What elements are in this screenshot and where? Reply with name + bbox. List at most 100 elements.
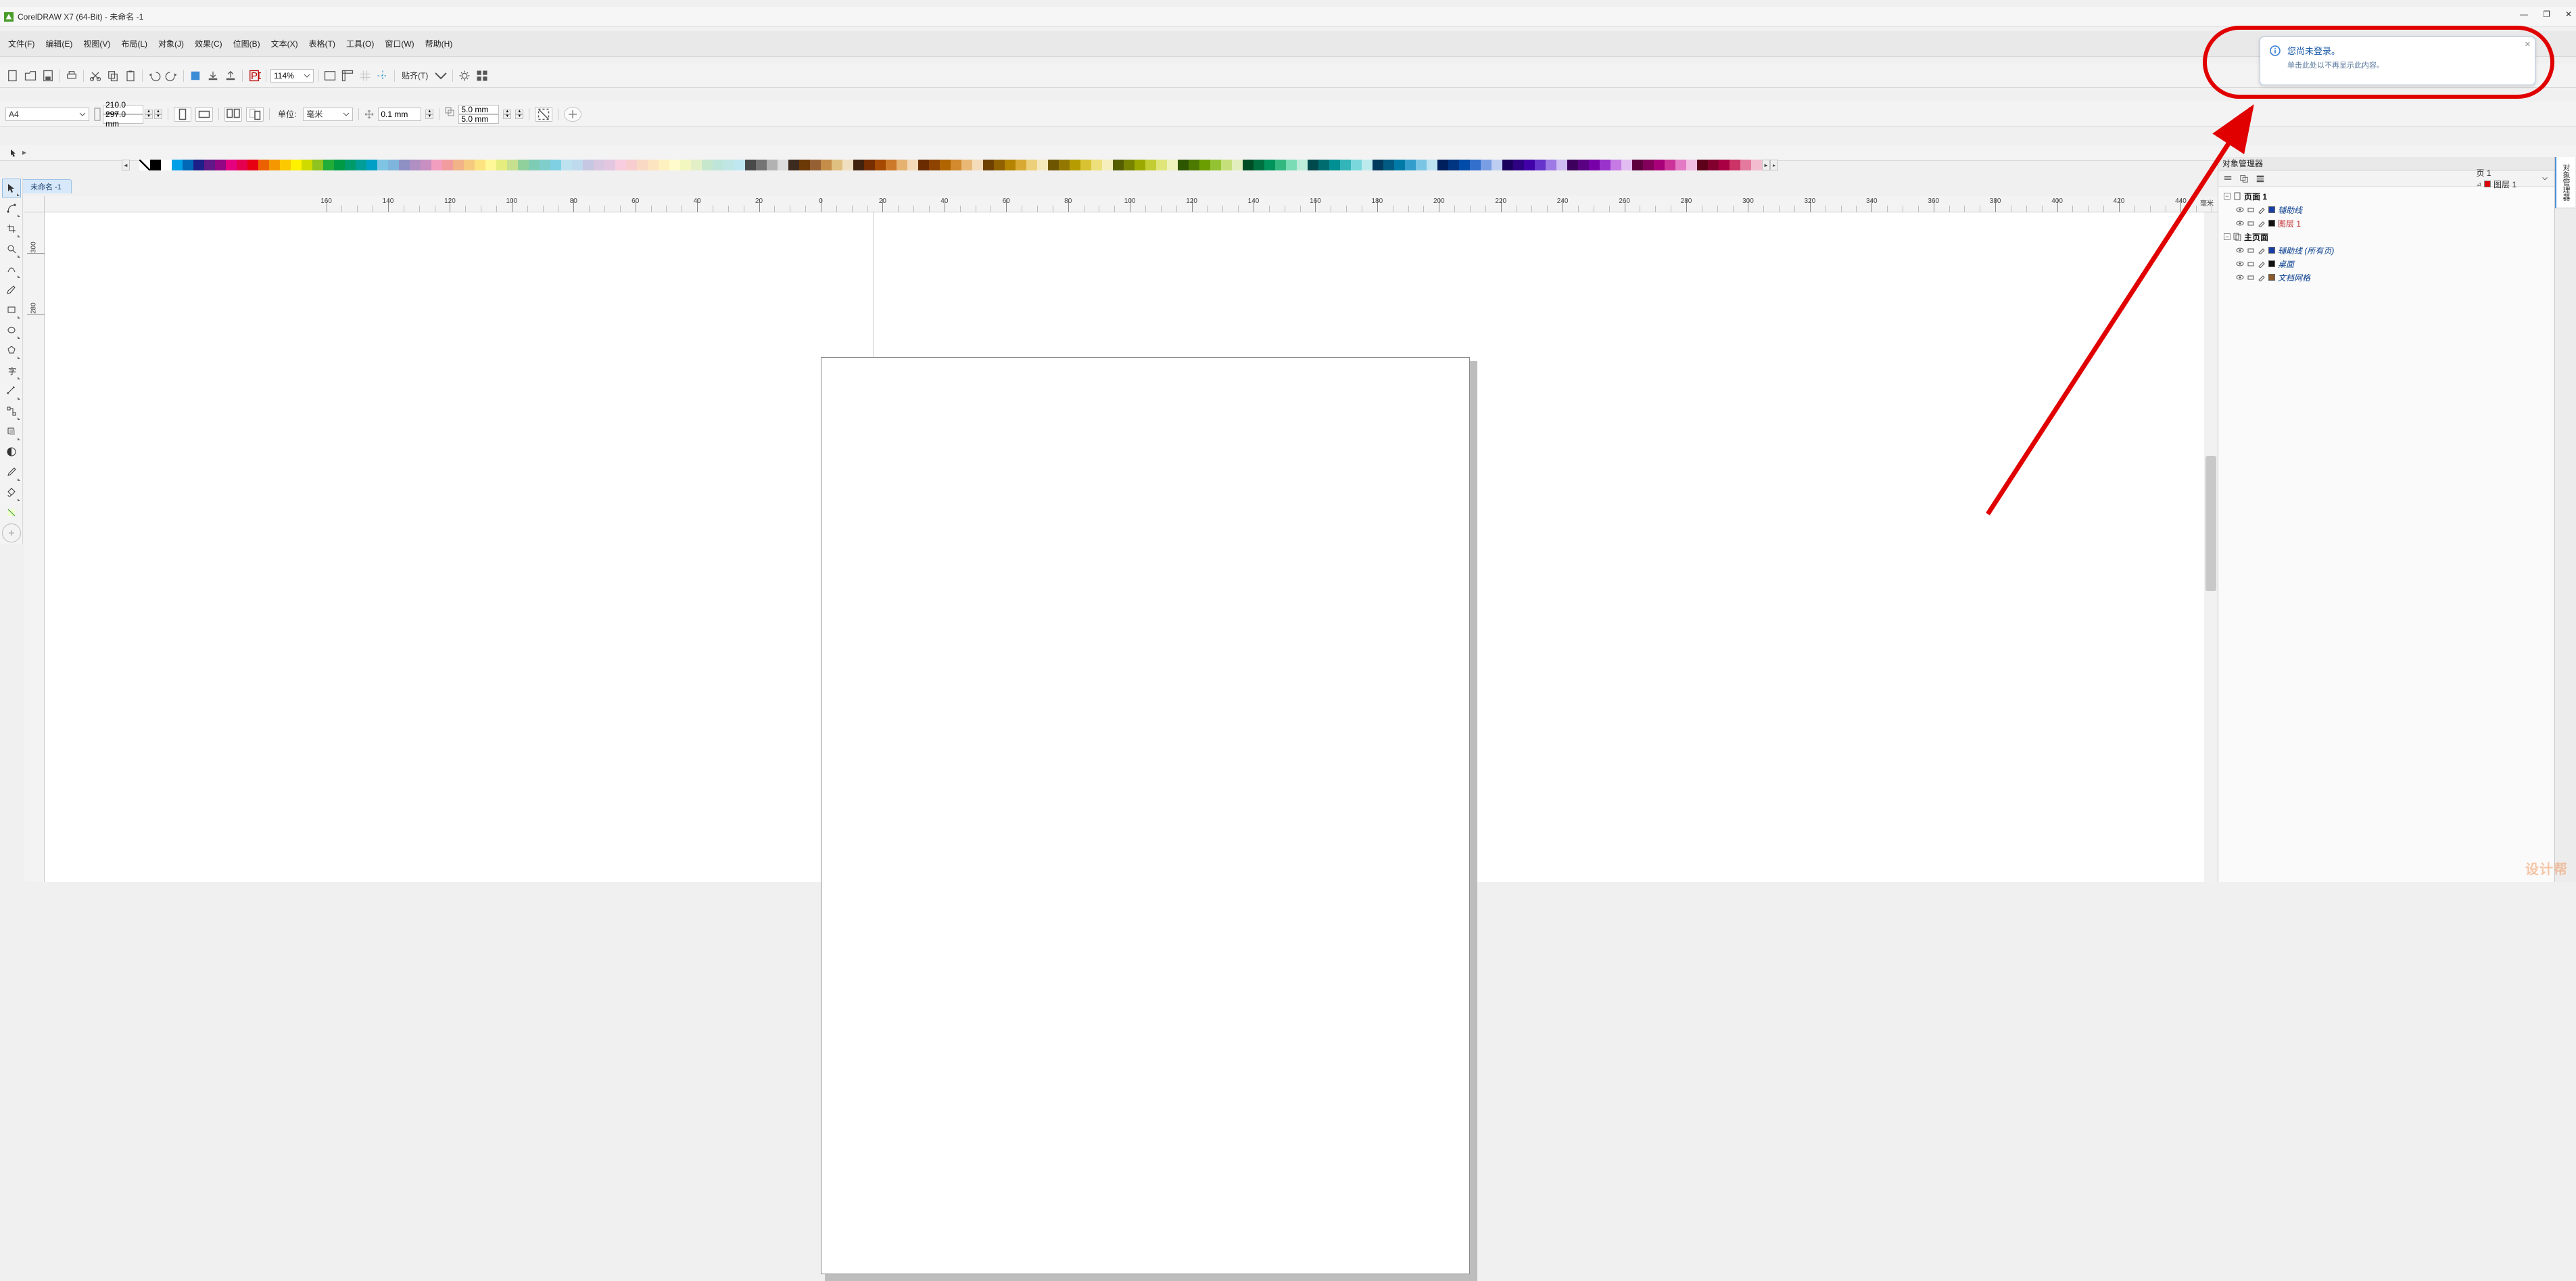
page-dims-spinner2[interactable]: ▲▼ xyxy=(154,110,162,119)
color-swatch[interactable] xyxy=(615,160,626,170)
docker-tab-object-manager[interactable]: 对象管理器 xyxy=(2555,157,2575,208)
color-swatch[interactable] xyxy=(161,160,172,170)
color-swatch[interactable] xyxy=(583,160,594,170)
color-swatch[interactable] xyxy=(1026,160,1037,170)
snap-to-dropdown[interactable] xyxy=(433,68,448,83)
color-swatch[interactable] xyxy=(875,160,886,170)
color-swatch[interactable] xyxy=(637,160,648,170)
layer-color-chip[interactable] xyxy=(2268,274,2275,281)
color-swatch[interactable] xyxy=(1546,160,1556,170)
printable-icon[interactable] xyxy=(2247,246,2255,254)
menu-help[interactable]: 帮助(H) xyxy=(420,31,458,56)
color-swatch[interactable] xyxy=(1351,160,1362,170)
color-swatch[interactable] xyxy=(1091,160,1102,170)
new-button[interactable] xyxy=(5,68,20,83)
ruler-origin-corner[interactable] xyxy=(24,196,45,212)
color-swatch[interactable] xyxy=(1621,160,1632,170)
color-swatch[interactable] xyxy=(1556,160,1567,170)
palette-scroll-right[interactable]: ► xyxy=(1762,160,1770,170)
close-button[interactable]: ✕ xyxy=(2565,9,2572,19)
menu-text[interactable]: 文本(X) xyxy=(266,31,304,56)
color-swatch[interactable] xyxy=(680,160,691,170)
vertical-scrollbar[interactable] xyxy=(2204,212,2218,882)
color-swatch[interactable] xyxy=(1405,160,1416,170)
color-swatch[interactable] xyxy=(1643,160,1654,170)
visibility-icon[interactable] xyxy=(2236,219,2244,227)
color-swatch[interactable] xyxy=(1243,160,1254,170)
color-swatch[interactable] xyxy=(1037,160,1048,170)
color-swatch[interactable] xyxy=(1427,160,1437,170)
vertical-ruler[interactable]: 300280 xyxy=(24,212,45,882)
color-swatch[interactable] xyxy=(1697,160,1708,170)
color-swatch[interactable] xyxy=(1264,160,1275,170)
color-swatch[interactable] xyxy=(1481,160,1492,170)
editable-icon[interactable] xyxy=(2258,260,2266,268)
color-swatch[interactable] xyxy=(280,160,291,170)
maximize-button[interactable]: ❐ xyxy=(2543,9,2550,19)
editable-icon[interactable] xyxy=(2258,219,2266,227)
color-swatch[interactable] xyxy=(1145,160,1156,170)
color-swatch[interactable] xyxy=(258,160,269,170)
menu-object[interactable]: 对象(J) xyxy=(153,31,189,56)
open-button[interactable] xyxy=(23,68,38,83)
editable-icon[interactable] xyxy=(2258,273,2266,281)
color-swatch[interactable] xyxy=(1567,160,1578,170)
document-tab[interactable]: 未命名 -1 xyxy=(20,179,72,193)
color-swatch[interactable] xyxy=(1632,160,1643,170)
color-swatch[interactable] xyxy=(864,160,875,170)
tree-guides-all-node[interactable]: 辅助线 (所有页) xyxy=(2221,243,2552,257)
color-swatch[interactable] xyxy=(1751,160,1762,170)
color-swatch[interactable] xyxy=(550,160,561,170)
color-eyedropper-tool[interactable] xyxy=(2,463,21,482)
drawing-canvas[interactable] xyxy=(45,212,2218,882)
color-swatch[interactable] xyxy=(334,160,345,170)
color-swatch[interactable] xyxy=(1080,160,1091,170)
color-swatch[interactable] xyxy=(1470,160,1481,170)
color-swatch[interactable] xyxy=(1199,160,1210,170)
color-swatch[interactable] xyxy=(323,160,334,170)
tree-page-node[interactable]: − 页面 1 xyxy=(2221,189,2552,203)
color-swatch[interactable] xyxy=(388,160,399,170)
menu-view[interactable]: 视图(V) xyxy=(78,31,116,56)
color-swatch[interactable] xyxy=(475,160,485,170)
duplicate-x-field[interactable]: 5.0 mm xyxy=(458,105,499,114)
color-swatch[interactable] xyxy=(994,160,1005,170)
toolbox-customize-button[interactable] xyxy=(2,523,21,542)
login-notification[interactable]: 您尚未登录。 单击此处以不再显示此内容。 ✕ xyxy=(2260,37,2535,85)
layer-color-chip[interactable] xyxy=(2268,206,2275,213)
color-swatch[interactable] xyxy=(723,160,734,170)
layer-color-chip[interactable] xyxy=(2268,260,2275,267)
color-swatch[interactable] xyxy=(594,160,604,170)
color-swatch[interactable] xyxy=(626,160,637,170)
color-swatch[interactable] xyxy=(918,160,929,170)
show-object-properties-button[interactable] xyxy=(2221,172,2235,185)
color-swatch[interactable] xyxy=(1416,160,1427,170)
color-swatch[interactable] xyxy=(464,160,475,170)
duplicate-spinner[interactable]: ▲▼ xyxy=(503,110,511,119)
color-swatch[interactable] xyxy=(702,160,713,170)
editable-icon[interactable] xyxy=(2258,246,2266,254)
color-swatch[interactable] xyxy=(1156,160,1167,170)
color-swatch[interactable] xyxy=(1611,160,1621,170)
login-popup-close[interactable]: ✕ xyxy=(2525,40,2531,49)
color-swatch[interactable] xyxy=(453,160,464,170)
color-swatch[interactable] xyxy=(215,160,226,170)
drop-shadow-tool[interactable] xyxy=(2,422,21,441)
color-swatch[interactable] xyxy=(886,160,897,170)
color-swatch[interactable] xyxy=(431,160,442,170)
color-swatch[interactable] xyxy=(442,160,453,170)
crop-tool[interactable] xyxy=(2,219,21,238)
palette-flyout-button[interactable]: ▸ xyxy=(1770,160,1778,170)
color-swatch[interactable] xyxy=(1730,160,1740,170)
show-grid-button[interactable] xyxy=(358,68,373,83)
color-swatch[interactable] xyxy=(291,160,302,170)
color-swatch[interactable] xyxy=(1113,160,1124,170)
color-swatch[interactable] xyxy=(1275,160,1286,170)
menu-window[interactable]: 窗口(W) xyxy=(379,31,419,56)
color-swatch[interactable] xyxy=(1600,160,1611,170)
color-swatch[interactable] xyxy=(172,160,183,170)
portrait-button[interactable] xyxy=(174,107,191,122)
menu-table[interactable]: 表格(T) xyxy=(304,31,341,56)
color-swatch[interactable] xyxy=(1740,160,1751,170)
tree-layer1-node[interactable]: 图层 1 xyxy=(2221,216,2552,230)
